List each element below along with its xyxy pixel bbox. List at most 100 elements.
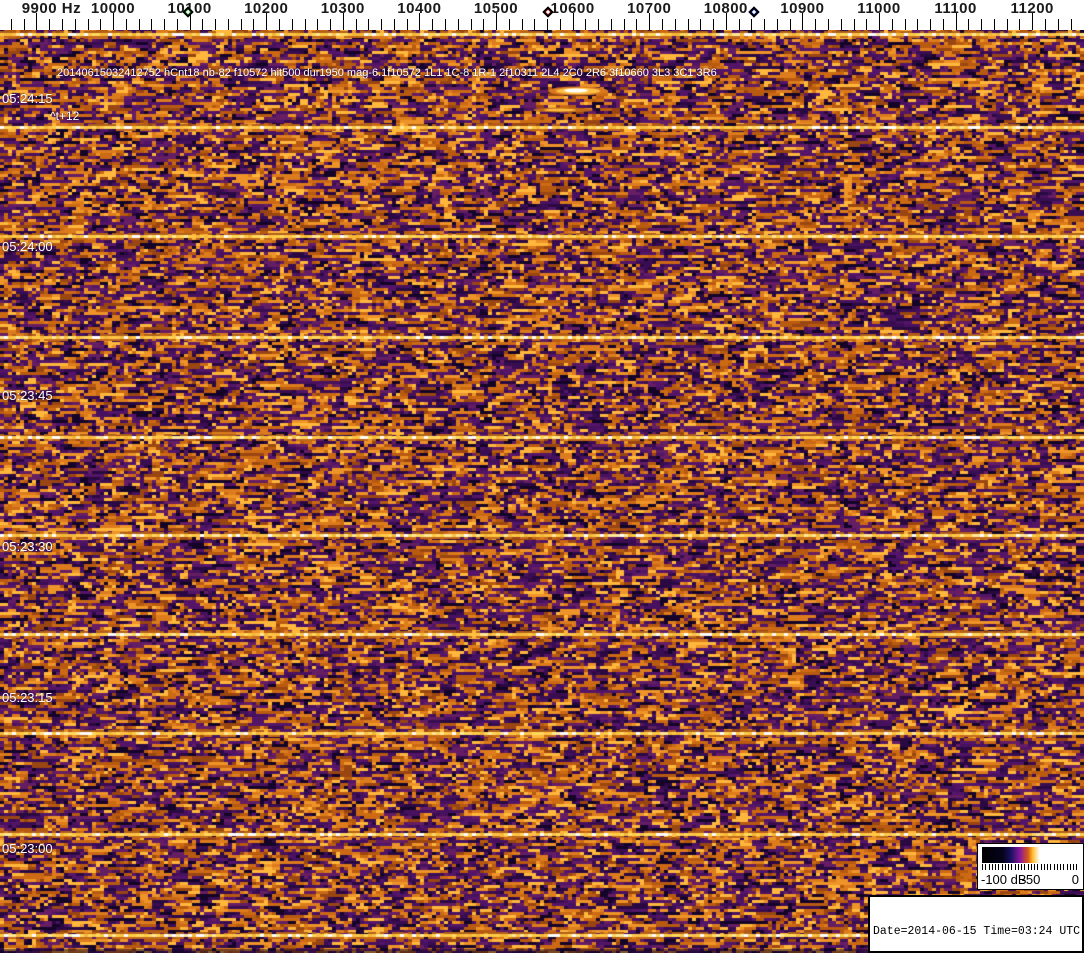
ruler-tick (240, 19, 242, 30)
ruler-tick (917, 19, 919, 30)
colorbar-tick (1073, 864, 1074, 870)
colorbar-gradient (982, 847, 1078, 863)
colorbar-tick (1037, 864, 1039, 870)
ruler-tick (470, 19, 472, 30)
ruler-tick (1045, 19, 1046, 30)
ruler-tick (636, 19, 638, 30)
colorbar-tick (1060, 864, 1061, 870)
colorbar-tick (1053, 864, 1055, 870)
frequency-ruler: 9900 Hz100001010010200103001040010500106… (0, 0, 1084, 30)
ruler-tick (610, 19, 612, 30)
ruler-tick (74, 19, 76, 30)
freq-tick-label: 11100 (934, 0, 977, 17)
colorbar-tick (1017, 864, 1019, 870)
ruler-tick (202, 19, 204, 30)
ruler-tick (534, 19, 536, 30)
ruler-tick (508, 19, 510, 30)
ruler-tick (559, 19, 561, 30)
ruler-tick (215, 19, 217, 30)
ruler-tick (304, 19, 306, 30)
ruler-tick (10, 19, 12, 30)
colorbar-tick (1027, 864, 1029, 870)
ruler-tick (904, 19, 906, 30)
ruler-tick (891, 19, 893, 30)
freq-tick-label: 9900 Hz (21, 0, 82, 17)
colorbar-tick (988, 864, 990, 870)
freq-tick-label: 10400 (397, 0, 442, 17)
ruler-tick (164, 19, 166, 30)
colorbar-tick (991, 864, 993, 870)
time-tick-label: 05:24:15 (2, 91, 53, 106)
ruler-tick (674, 19, 676, 30)
ruler-tick (827, 19, 829, 30)
info-line-date: Date=2014-06-15 Time=03:24 UTC (873, 925, 1081, 938)
ruler-tick (279, 19, 280, 30)
ruler-tick (406, 19, 408, 30)
ruler-tick (432, 19, 434, 30)
colorbar-tick (1043, 864, 1045, 870)
ruler-tick (547, 19, 549, 30)
ruler-tick (138, 19, 140, 30)
ruler-tick (444, 19, 446, 30)
ruler-tick (355, 19, 357, 30)
colorbar-label-min: -100 dB (981, 872, 1027, 887)
ruler-tick (687, 19, 689, 30)
ruler-tick (457, 19, 459, 30)
ruler-tick (968, 19, 970, 30)
ruler-tick (393, 19, 395, 30)
colorbar-tick (1076, 864, 1078, 870)
colorbar-tick (1040, 864, 1042, 870)
ruler-tick (61, 19, 63, 30)
ruler-tick (381, 19, 383, 30)
ruler-tick (930, 19, 932, 30)
ruler-tick (1057, 19, 1059, 30)
cursor-time-label: ^t+12 (50, 109, 80, 123)
freq-tick-label: 10900 (780, 0, 825, 17)
colorbar-tick (1066, 864, 1068, 870)
colorbar-tick (982, 864, 983, 870)
freq-tick-label: 11200 (1010, 0, 1054, 17)
ruler-tick (291, 19, 293, 30)
freq-tick-label: 10000 (90, 0, 136, 17)
observation-info-box: Date=2014-06-15 Time=03:24 UTC Freq=143 … (868, 895, 1084, 953)
ruler-tick (815, 19, 817, 30)
ruler-tick (776, 19, 778, 30)
colorbar-tick (1021, 864, 1022, 870)
ruler-tick (751, 19, 753, 30)
time-tick-label: 05:23:00 (2, 841, 53, 856)
ruler-tick (253, 19, 255, 30)
ruler-tick (713, 19, 714, 30)
time-tick-label: 05:23:15 (2, 690, 53, 705)
colorbar-tick (1034, 864, 1035, 870)
spectrogram-area: 20140615032412752 hCnt18 nb-82 f10572 hi… (0, 30, 1084, 953)
colorbar-label-mid: -50 (1021, 872, 1041, 887)
ruler-tick (700, 19, 702, 30)
marker-center-dot (545, 9, 550, 15)
time-tick-label: 05:23:45 (2, 388, 53, 403)
colorbar-tick (1056, 864, 1058, 870)
colorbar-tick (1030, 864, 1032, 870)
ruler-tick (789, 19, 791, 30)
marker-center-dot (752, 9, 757, 15)
time-tick-label: 05:23:30 (2, 539, 53, 554)
colorbar-tick (1050, 864, 1052, 870)
ruler-tick (840, 19, 842, 30)
colorbar-tick (998, 864, 1000, 870)
colorbar-tick (1063, 864, 1065, 870)
ruler-tick (317, 19, 319, 30)
ruler-tick (1019, 19, 1021, 30)
time-tick-label: 05:24:00 (2, 239, 53, 254)
freq-tick-label: 11000 (857, 0, 901, 17)
ruler-tick (330, 19, 331, 30)
frequency-marker-blue-icon[interactable] (748, 6, 761, 18)
ruler-tick (368, 19, 370, 30)
colorbar-ticks (982, 864, 1078, 871)
freq-tick-label: 10700 (627, 0, 672, 17)
ruler-tick (942, 19, 944, 30)
ruler-tick (521, 19, 523, 30)
ruler-tick (176, 19, 178, 30)
colorbar-tick (1004, 864, 1006, 870)
colorbar-tick (1008, 864, 1009, 870)
ruler-tick (764, 19, 766, 30)
colorbar-tick (1069, 864, 1071, 870)
